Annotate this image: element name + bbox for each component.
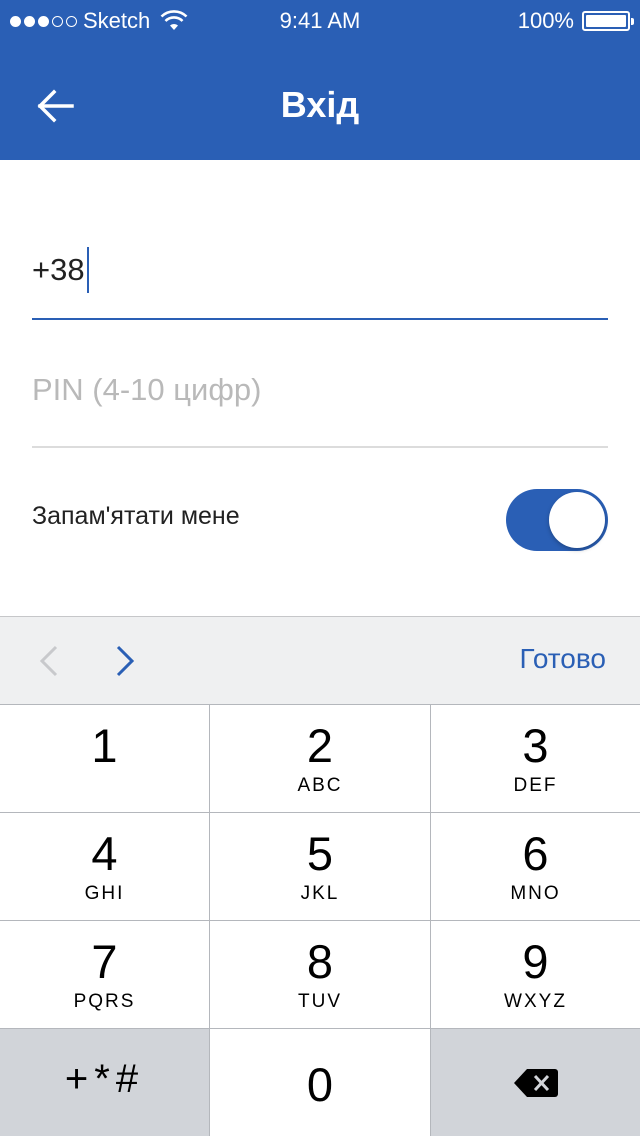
- pin-placeholder: PIN (4-10 цифр): [32, 372, 262, 407]
- numeric-keypad: 1 2 ABC 3 DEF 4 GHI 5 JKL 6 MNO 7 PQRS 8…: [0, 704, 640, 1136]
- key-digit: 5: [306, 827, 334, 880]
- status-bar: Sketch 9:41 AM 100%: [0, 0, 640, 40]
- remember-me-toggle[interactable]: [506, 489, 608, 551]
- done-button[interactable]: Готово: [520, 643, 606, 675]
- key-4[interactable]: 4 GHI: [0, 813, 209, 920]
- battery-icon: [582, 11, 634, 31]
- key-letters: JKL: [300, 883, 340, 904]
- symbols-label: +*#: [64, 1057, 145, 1101]
- key-digit: 9: [522, 935, 549, 988]
- key-8[interactable]: 8 TUV: [210, 921, 430, 1028]
- key-5[interactable]: 5 JKL: [210, 813, 430, 920]
- key-digit: 7: [91, 935, 118, 988]
- chevron-left-icon: [39, 645, 58, 677]
- next-field-button[interactable]: [110, 641, 140, 681]
- delete-key[interactable]: [431, 1029, 640, 1136]
- key-digit: 6: [522, 827, 549, 880]
- battery-status: 100%: [517, 8, 634, 34]
- key-letters: WXYZ: [504, 991, 567, 1012]
- key-digit: 1: [91, 719, 118, 772]
- key-digit: 8: [306, 935, 334, 988]
- key-2[interactable]: 2 ABC: [210, 705, 430, 812]
- phone-input-value: +38: [32, 252, 85, 287]
- prev-field-button[interactable]: [34, 641, 64, 681]
- phone-input-wrapper: +38: [32, 247, 89, 293]
- key-digit: 2: [306, 719, 334, 772]
- key-6[interactable]: 6 MNO: [431, 813, 640, 920]
- key-letters: TUV: [298, 991, 342, 1012]
- battery-percent: 100%: [517, 8, 574, 33]
- toggle-knob: [549, 492, 605, 548]
- key-letters: ABC: [297, 775, 343, 796]
- key-letters: GHI: [84, 883, 125, 904]
- key-symbols[interactable]: +*#: [0, 1029, 209, 1136]
- key-digit: 4: [91, 827, 118, 880]
- key-letters: PQRS: [73, 991, 136, 1012]
- key-digit: 3: [522, 719, 549, 772]
- key-1[interactable]: 1: [0, 705, 209, 812]
- backspace-icon: [513, 1068, 558, 1097]
- key-7[interactable]: 7 PQRS: [0, 921, 209, 1028]
- text-cursor: [86, 247, 89, 293]
- key-letters: DEF: [513, 775, 558, 796]
- key-9[interactable]: 9 WXYZ: [431, 921, 640, 1028]
- key-0[interactable]: 0: [210, 1029, 430, 1136]
- phone-field[interactable]: +38: [32, 225, 608, 320]
- key-3[interactable]: 3 DEF: [431, 705, 640, 812]
- page-title: Вхід: [280, 84, 360, 125]
- app-header: Sketch 9:41 AM 100% Вхід: [0, 0, 640, 160]
- key-digit: 0: [306, 1058, 334, 1111]
- chevron-right-icon: [116, 645, 135, 677]
- keyboard-toolbar: Готово: [0, 616, 640, 704]
- remember-me-label: Запам'ятати мене: [32, 502, 240, 530]
- pin-field[interactable]: PIN (4-10 цифр): [32, 350, 608, 448]
- key-letters: MNO: [510, 883, 561, 904]
